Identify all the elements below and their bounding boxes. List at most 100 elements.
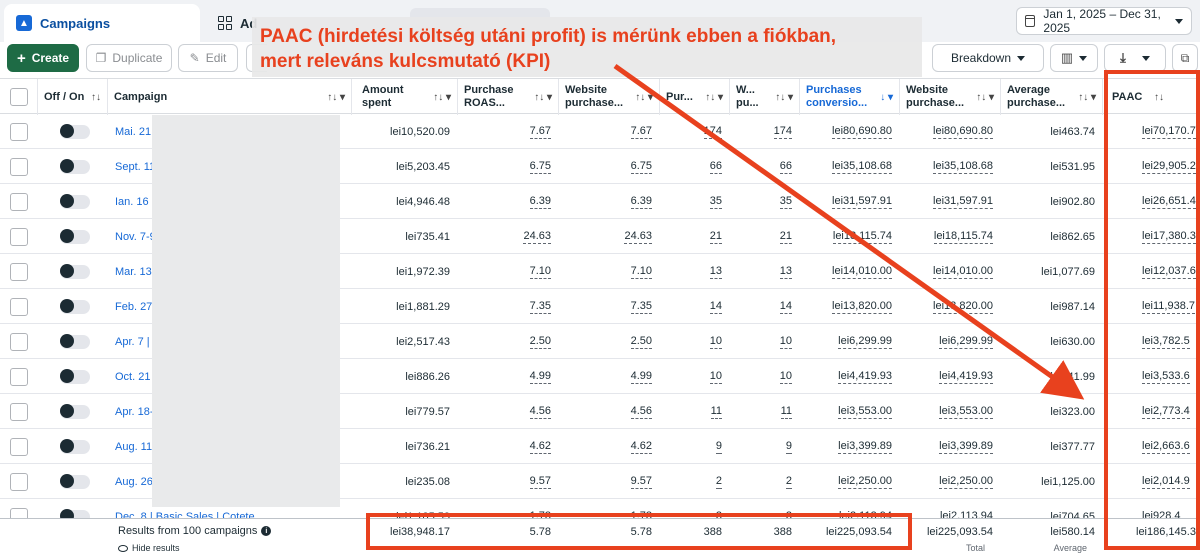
campaign-toggle[interactable] [60, 333, 90, 349]
campaign-name-link[interactable]: Mar. 13 [115, 266, 152, 278]
cell-value: 4.62 [630, 439, 652, 454]
info-icon[interactable]: i [261, 526, 272, 536]
campaign-toggle[interactable] [60, 193, 90, 209]
campaign-toggle[interactable] [60, 403, 90, 419]
campaign-toggle[interactable] [60, 298, 90, 314]
campaign-toggle[interactable] [60, 368, 90, 384]
header-purchase-roas[interactable]: Purchase ROAS... ↑↓ ▾ [458, 79, 559, 115]
cell-value: 7.35 [529, 299, 551, 314]
create-button[interactable]: + Create [7, 44, 79, 72]
cell-value: lei1,881.29 [396, 300, 450, 313]
cell-wconv: lei80,690.80 [900, 114, 1001, 149]
row-checkbox[interactable] [10, 297, 28, 316]
cell-value: 2 [785, 474, 792, 489]
cell-roas: 24.63 [458, 219, 559, 254]
campaign-name-link[interactable]: Aug. 26 [115, 476, 153, 488]
cell-wconv: lei31,597.91 [900, 184, 1001, 219]
header-purchase-roas-label: Purchase ROAS... [464, 84, 514, 109]
campaign-toggle[interactable] [60, 158, 90, 174]
cell-value: 2 [715, 474, 722, 489]
columns-button[interactable]: ▥ [1050, 44, 1098, 72]
campaign-name-link[interactable]: Nov. 7-9 [115, 231, 156, 243]
row-toggle-cell [60, 219, 90, 254]
cell-wpur: 35 [730, 184, 800, 219]
header-website-purchase-conversion[interactable]: Website purchase... ↑↓ ▾ [900, 79, 1001, 115]
cell-value: lei3,399.89 [838, 439, 892, 454]
row-checkbox[interactable] [10, 367, 28, 386]
cell-avg: lei630.00 [1001, 324, 1103, 359]
cell-value: lei736.21 [405, 440, 450, 453]
row-checkbox[interactable] [10, 402, 28, 421]
header-website-purchase-roas[interactable]: Website purchase... ↑↓ ▾ [559, 79, 660, 115]
row-checkbox[interactable] [10, 227, 28, 246]
chart-icon: ⧉ [1180, 50, 1190, 65]
campaign-name-link[interactable]: Oct. 21 [115, 371, 150, 383]
row-checkbox[interactable] [10, 157, 28, 176]
cell-value: lei35,108.68 [832, 159, 892, 174]
campaign-toggle[interactable] [60, 438, 90, 454]
cell-pur: 14 [660, 289, 730, 324]
cell-value: lei987.14 [1050, 300, 1095, 313]
cell-value: 35 [709, 194, 722, 209]
cell-value: 66 [709, 159, 722, 174]
cell-amount: lei1,972.39 [356, 254, 458, 289]
header-campaign[interactable]: Campaign ↑↓ ▾ [108, 79, 352, 115]
date-range-picker[interactable]: Jan 1, 2025 – Dec 31, 2025 [1016, 7, 1192, 35]
duplicate-icon: ❐ [95, 51, 107, 65]
row-checkbox[interactable] [10, 262, 28, 281]
tab-campaigns[interactable]: ▲ Campaigns [4, 4, 200, 42]
duplicate-button[interactable]: ❐ Duplicate [86, 44, 172, 72]
cell-conv: lei3,399.89 [800, 429, 900, 464]
row-checkbox[interactable] [10, 332, 28, 351]
campaign-name-link[interactable]: Aug. 11 [115, 441, 152, 453]
header-purchases-conversion[interactable]: Purchases conversio... ↓ ▾ [800, 79, 900, 115]
header-purchases-label: Pur... [666, 90, 693, 103]
cell-value: 6.75 [529, 159, 551, 174]
header-website-purchases[interactable]: W... pu... ↑↓ ▾ [730, 79, 800, 115]
cell-value: 11 [710, 404, 722, 419]
charts-button[interactable]: ⧉ [1172, 44, 1198, 72]
campaign-name-link[interactable]: Ian. 16 | [115, 196, 155, 208]
row-checkbox[interactable] [10, 192, 28, 211]
row-checkbox[interactable] [10, 437, 28, 456]
edit-label: Edit [205, 51, 227, 65]
cell-value: lei5,203.45 [396, 160, 450, 173]
row-checkbox[interactable] [10, 472, 28, 491]
campaign-name-link[interactable]: Sept. 11 [115, 161, 155, 173]
campaign-toggle[interactable] [60, 228, 90, 244]
cell-value: lei735.41 [405, 230, 450, 243]
header-purchases[interactable]: Pur... ↑↓ ▾ [660, 79, 730, 115]
cell-avg: lei1,125.00 [1001, 464, 1103, 499]
campaign-name-link[interactable]: Apr. 7 | [115, 336, 150, 348]
row-toggle-cell [60, 394, 90, 429]
row-checkbox[interactable] [10, 122, 28, 141]
hide-results-link[interactable]: Hide results [118, 543, 180, 553]
cell-value: 4.62 [529, 439, 551, 454]
edit-button[interactable]: ✎ Edit [178, 44, 238, 72]
cell-value: 9.57 [529, 474, 551, 489]
cell-value: lei18,115.74 [832, 229, 892, 244]
breakdown-button[interactable]: Breakdown [932, 44, 1044, 72]
cell-value: lei35,108.68 [933, 159, 993, 174]
header-average-purchase[interactable]: Average purchase... ↑↓ ▾ [1001, 79, 1103, 115]
cell-avg: lei862.65 [1001, 219, 1103, 254]
cell-avg: lei377.77 [1001, 429, 1103, 464]
campaign-toggle[interactable] [60, 473, 90, 489]
campaign-name-link[interactable]: Apr. 18- [115, 406, 154, 418]
header-off-on[interactable]: Off / On ↑↓ [38, 79, 108, 115]
header-amount-spent[interactable]: Amount spent ↑↓ ▾ [356, 79, 458, 115]
calendar-icon [1025, 15, 1036, 27]
chevron-down-icon [1079, 55, 1088, 61]
campaign-name-link[interactable]: Mai. 21 [115, 126, 151, 138]
sort-icon: ↑↓ ▾ [433, 91, 451, 103]
campaign-name-link[interactable]: Feb. 27 [115, 301, 152, 313]
cell-value: 174 [703, 124, 722, 139]
campaign-toggle[interactable] [60, 263, 90, 279]
total-website-conversion: lei225,093.54 Total [900, 519, 1001, 553]
export-button[interactable]: ⤓ [1104, 44, 1166, 72]
campaign-toggle[interactable] [60, 123, 90, 139]
cell-wroas: 6.39 [559, 184, 660, 219]
cell-wroas: 24.63 [559, 219, 660, 254]
select-all-checkbox[interactable] [9, 88, 28, 106]
cell-wroas: 7.10 [559, 254, 660, 289]
